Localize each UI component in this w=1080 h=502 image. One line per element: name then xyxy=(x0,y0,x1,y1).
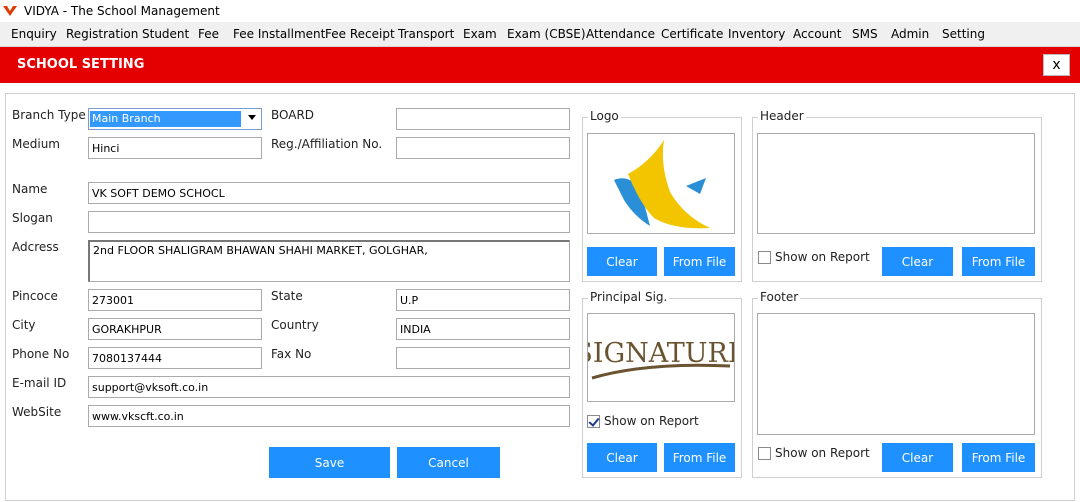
app-logo-icon xyxy=(3,6,17,16)
website-label: WebSite xyxy=(12,405,62,419)
country-input[interactable] xyxy=(396,318,570,340)
fax-input[interactable] xyxy=(396,347,570,369)
state-input[interactable] xyxy=(396,289,570,311)
email-label: E-mail ID xyxy=(12,376,67,390)
logo-image-box[interactable] xyxy=(587,133,735,234)
menu-fee[interactable]: Fee xyxy=(198,27,219,41)
pincode-label: Pincoce xyxy=(12,289,58,303)
footer-group-title: Footer xyxy=(758,290,801,304)
footer-clear-button[interactable]: Clear xyxy=(882,443,953,472)
logo-image xyxy=(614,140,710,229)
menu-setting[interactable]: Setting xyxy=(942,27,985,41)
logo-from-file-button[interactable]: From File xyxy=(664,247,735,276)
name-input[interactable] xyxy=(88,182,570,204)
principal-sig-show-on-report-checkbox[interactable] xyxy=(587,415,600,428)
footer-from-file-button[interactable]: From File xyxy=(962,443,1035,472)
window-title: VIDYA - The School Management xyxy=(24,4,220,18)
menu-account[interactable]: Account xyxy=(793,27,841,41)
phone-label: Phone No xyxy=(12,347,70,361)
footer-image-box[interactable] xyxy=(757,313,1035,435)
close-button[interactable]: x xyxy=(1043,54,1070,76)
title-bar: VIDYA - The School Management xyxy=(0,0,1080,22)
principal-sig-group-title: Principal Sig. xyxy=(588,290,670,304)
header-from-file-button[interactable]: From File xyxy=(962,247,1035,276)
menu-enquiry[interactable]: Enquiry xyxy=(11,27,57,41)
branch-type-value: Main Branch xyxy=(90,111,241,127)
header-show-on-report-checkbox[interactable] xyxy=(758,251,771,264)
menu-student[interactable]: Student xyxy=(142,27,189,41)
header-image-box[interactable] xyxy=(757,133,1035,234)
city-input[interactable] xyxy=(88,318,262,340)
slogan-input[interactable] xyxy=(88,211,570,233)
menu-fee-receipt[interactable]: Fee Receipt xyxy=(325,27,395,41)
reg-input[interactable] xyxy=(396,137,570,159)
branch-type-select[interactable]: Main Branch xyxy=(88,108,262,130)
board-input[interactable] xyxy=(396,108,570,130)
header-show-on-report-label: Show on Report xyxy=(775,250,870,264)
address-label: Adcress xyxy=(12,240,59,254)
fax-label: Fax No xyxy=(271,347,312,361)
menu-exam-cbse[interactable]: Exam (CBSE) xyxy=(507,27,586,41)
menu-fee-installment[interactable]: Fee Installment xyxy=(233,27,325,41)
page-header: SCHOOL SETTING xyxy=(0,47,1080,83)
cancel-button[interactable]: Cancel xyxy=(397,447,500,478)
header-group-title: Header xyxy=(758,109,806,123)
phone-input[interactable] xyxy=(88,347,262,369)
signature-image: SIGNATURE xyxy=(574,338,748,380)
website-input[interactable] xyxy=(88,405,570,427)
footer-show-on-report-checkbox[interactable] xyxy=(758,447,771,460)
medium-label: Medium xyxy=(12,137,60,151)
state-label: State xyxy=(271,289,303,303)
pincode-input[interactable] xyxy=(88,289,262,311)
email-input[interactable] xyxy=(88,376,570,398)
country-label: Country xyxy=(271,318,319,332)
chevron-down-icon xyxy=(248,115,256,120)
menu-attendance[interactable]: Attendance xyxy=(586,27,655,41)
logo-group-title: Logo xyxy=(588,109,621,123)
menu-registration[interactable]: Registration xyxy=(66,27,138,41)
footer-show-on-report-label: Show on Report xyxy=(775,446,870,460)
name-label: Name xyxy=(12,182,48,196)
principal-sig-from-file-button[interactable]: From File xyxy=(664,443,735,472)
address-textarea[interactable]: 2nd FLOOR SHALIGRAM BHAWAN SHAHI MARKET,… xyxy=(88,240,570,282)
menu-inventory[interactable]: Inventory xyxy=(728,27,785,41)
header-clear-button[interactable]: Clear xyxy=(882,247,953,276)
menu-admin[interactable]: Admin xyxy=(891,27,929,41)
principal-sig-clear-button[interactable]: Clear xyxy=(587,443,657,472)
menu-certificate[interactable]: Certificate xyxy=(661,27,723,41)
menu-exam[interactable]: Exam xyxy=(463,27,497,41)
signature-image-box[interactable]: SIGNATURE xyxy=(574,313,748,402)
reg-label: Reg./Affiliation No. xyxy=(271,137,383,151)
principal-sig-show-on-report-label: Show on Report xyxy=(604,414,699,428)
save-button[interactable]: Save xyxy=(269,447,390,478)
logo-clear-button[interactable]: Clear xyxy=(587,247,657,276)
menu-sms[interactable]: SMS xyxy=(852,27,878,41)
menu-bar: Enquiry Registration Student Fee Fee Ins… xyxy=(0,22,1080,47)
board-label: BOARD xyxy=(271,108,315,122)
page-title: SCHOOL SETTING xyxy=(17,57,145,72)
slogan-label: Slogan xyxy=(12,211,53,225)
medium-input[interactable] xyxy=(88,137,262,159)
branch-type-label: Branch Type xyxy=(12,108,86,122)
menu-transport[interactable]: Transport xyxy=(398,27,454,41)
city-label: City xyxy=(12,318,36,332)
